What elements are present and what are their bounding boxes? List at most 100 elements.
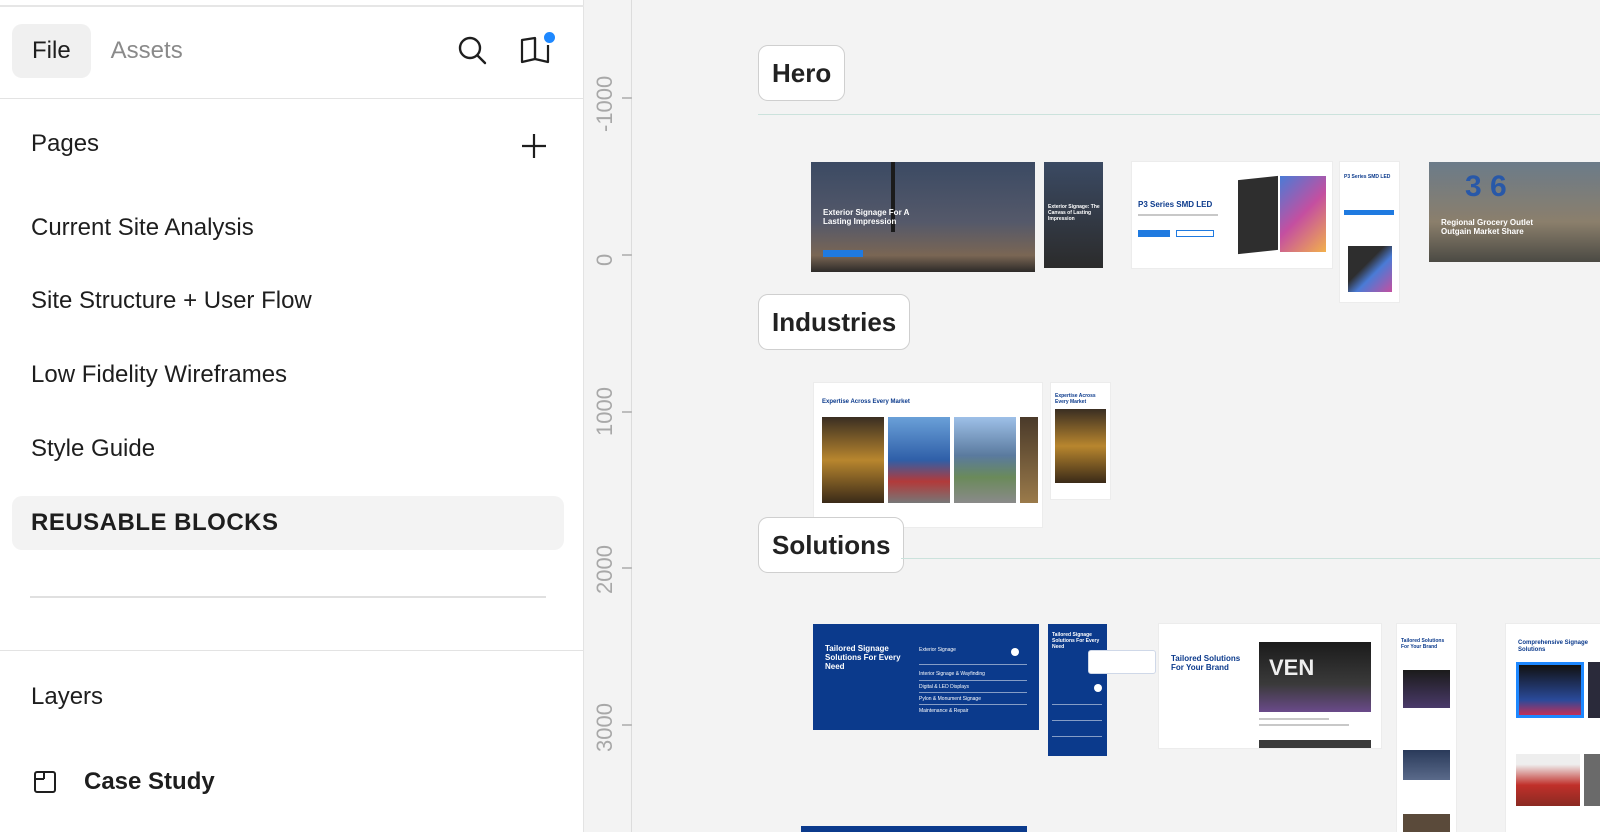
section-label-industries[interactable]: Industries <box>758 294 911 350</box>
page-item-current-site-analysis[interactable]: Current Site Analysis <box>12 201 564 255</box>
page-item-site-structure[interactable]: Site Structure + User Flow <box>12 274 564 328</box>
industry-card-building <box>888 417 950 503</box>
store-logo: 3 6 <box>1465 170 1507 203</box>
led-panel-image <box>1348 246 1392 292</box>
divider-line <box>1052 704 1102 705</box>
ruler-tick <box>622 411 632 413</box>
page-item-label: Style Guide <box>31 435 156 462</box>
canvas[interactable]: Hero Exterior Signage For A Lasting Impr… <box>633 0 1600 832</box>
store-logo: VEN <box>1269 655 1315 680</box>
frame-title: Exterior Signage For A Lasting Impressio… <box>823 208 910 226</box>
plus-icon <box>522 134 546 158</box>
section-label-hero[interactable]: Hero <box>758 45 846 101</box>
storefront-image <box>1403 750 1450 780</box>
ruler-label: 2000 <box>592 545 617 594</box>
storefront-image <box>1403 814 1450 832</box>
frame-title: P3 Series SMD LED <box>1138 200 1213 209</box>
solution-item: Exterior Signage <box>919 647 956 653</box>
storefront-image <box>1588 662 1600 718</box>
storefront-image: VEN <box>1259 642 1371 712</box>
frame-title: Tailored Solutions For Your Brand <box>1401 638 1445 650</box>
frame-title: Comprehensive Signage Solutions <box>1518 640 1589 653</box>
add-page-button[interactable] <box>514 126 554 166</box>
frame-title: Expertise Across Every Market <box>1055 393 1096 405</box>
divider-line <box>919 704 1027 705</box>
layer-item-case-study[interactable]: Case Study <box>30 762 215 802</box>
layer-item-label: Case Study <box>84 768 215 795</box>
frame-title: P3 Series SMD LED <box>1344 174 1391 180</box>
ruler-label: 1000 <box>592 387 617 436</box>
solutions-frame-2[interactable]: Tailored Signage Solutions For Every Nee… <box>1048 624 1107 756</box>
divider-line <box>919 680 1027 681</box>
solutions-frame-4[interactable]: Tailored Solutions For Your Brand <box>1397 624 1456 832</box>
tabs-divider <box>0 98 584 99</box>
vertical-ruler: -1000 0 1000 2000 3000 <box>584 0 632 832</box>
page-item-label: Site Structure + User Flow <box>31 287 312 314</box>
tab-file[interactable]: File <box>12 24 91 78</box>
left-panel: File Assets Pages Current Site Analysis … <box>0 0 584 832</box>
page-item-label: REUSABLE BLOCKS <box>31 509 279 536</box>
ruler-tick <box>622 567 632 569</box>
industry-card-outdoor <box>954 417 1016 503</box>
page-item-reusable-blocks[interactable]: REUSABLE BLOCKS <box>12 496 564 550</box>
divider-line <box>919 692 1027 693</box>
frame-button <box>823 250 863 257</box>
page-item-style-guide[interactable]: Style Guide <box>12 422 564 476</box>
divider-line <box>1052 720 1102 721</box>
solution-item: Maintenance & Repair <box>919 708 969 714</box>
notification-dot <box>544 32 555 43</box>
solutions-frame-1[interactable]: Tailored Signage Solutions For Every Nee… <box>813 624 1039 730</box>
hero-frame-5[interactable]: 3 6 Regional Grocery Outlet Outgain Mark… <box>1429 162 1600 262</box>
search-button[interactable] <box>452 30 492 70</box>
tab-assets[interactable]: Assets <box>91 24 203 78</box>
led-display-image <box>1280 176 1326 252</box>
solution-item: Interior Signage & Wayfinding <box>919 671 985 677</box>
frame-title: Exterior Signage: The Canvas of Lasting … <box>1048 204 1100 222</box>
divider-line <box>1052 736 1102 737</box>
layers-divider <box>0 650 584 651</box>
layers-title: Layers <box>31 683 104 710</box>
text-line <box>1259 718 1329 720</box>
page-item-label: Current Site Analysis <box>31 214 254 241</box>
ruler-label: 3000 <box>592 703 617 752</box>
industries-frame-2[interactable]: Expertise Across Every Market <box>1051 383 1110 499</box>
solution-item: Digital & LED Displays <box>919 684 970 690</box>
storefront-image <box>1516 754 1580 806</box>
search-icon <box>458 36 487 65</box>
hero-frame-2[interactable]: Exterior Signage: The Canvas of Lasting … <box>1044 162 1103 268</box>
storefront-image <box>1584 754 1600 806</box>
led-panel-image <box>1238 175 1278 255</box>
ruler-tick <box>622 97 632 99</box>
solutions-frame-6[interactable] <box>801 826 1027 832</box>
divider-line <box>919 664 1027 665</box>
radio-dot <box>1011 648 1019 656</box>
radio-dot <box>1094 684 1102 692</box>
text-line <box>1259 724 1349 726</box>
section-guide-line <box>758 114 1600 115</box>
hero-frame-1[interactable]: Exterior Signage For A Lasting Impressio… <box>811 162 1035 272</box>
library-button[interactable] <box>516 30 556 70</box>
frame-button <box>1138 230 1170 237</box>
ruler-tick <box>622 254 632 256</box>
frame-title: Regional Grocery Outlet Outgain Market S… <box>1441 218 1534 236</box>
page-item-low-fidelity-wireframes[interactable]: Low Fidelity Wireframes <box>12 348 564 402</box>
hero-frame-3[interactable]: P3 Series SMD LED <box>1132 162 1332 268</box>
hero-frame-4[interactable]: P3 Series SMD LED <box>1340 162 1399 302</box>
frame-title: Tailored Signage Solutions For Every Nee… <box>825 644 901 671</box>
solutions-frame-3[interactable]: Tailored Solutions For Your Brand VEN <box>1159 624 1381 748</box>
industries-frame-1[interactable]: Expertise Across Every Market <box>814 383 1042 527</box>
section-label-solutions[interactable]: Solutions <box>758 517 905 573</box>
solutions-frame-5[interactable]: Comprehensive Signage Solutions <box>1506 624 1600 832</box>
industry-card-retail <box>1055 409 1106 483</box>
pages-title: Pages <box>31 130 100 157</box>
figma-app: File Assets Pages Current Site Analysis … <box>0 0 1600 832</box>
page-item-label: Low Fidelity Wireframes <box>31 361 288 388</box>
section-guide-line <box>901 558 1600 559</box>
panel-tabs: File Assets <box>12 24 203 78</box>
storefront-image <box>1516 662 1584 718</box>
ruler-label: 0 <box>592 253 617 266</box>
solution-item: Pylon & Monument Signage <box>919 696 981 702</box>
storefront-image <box>1259 740 1371 748</box>
prototype-tooltip <box>1088 650 1156 674</box>
frame-title: Tailored Signage Solutions For Every Nee… <box>1052 632 1100 650</box>
